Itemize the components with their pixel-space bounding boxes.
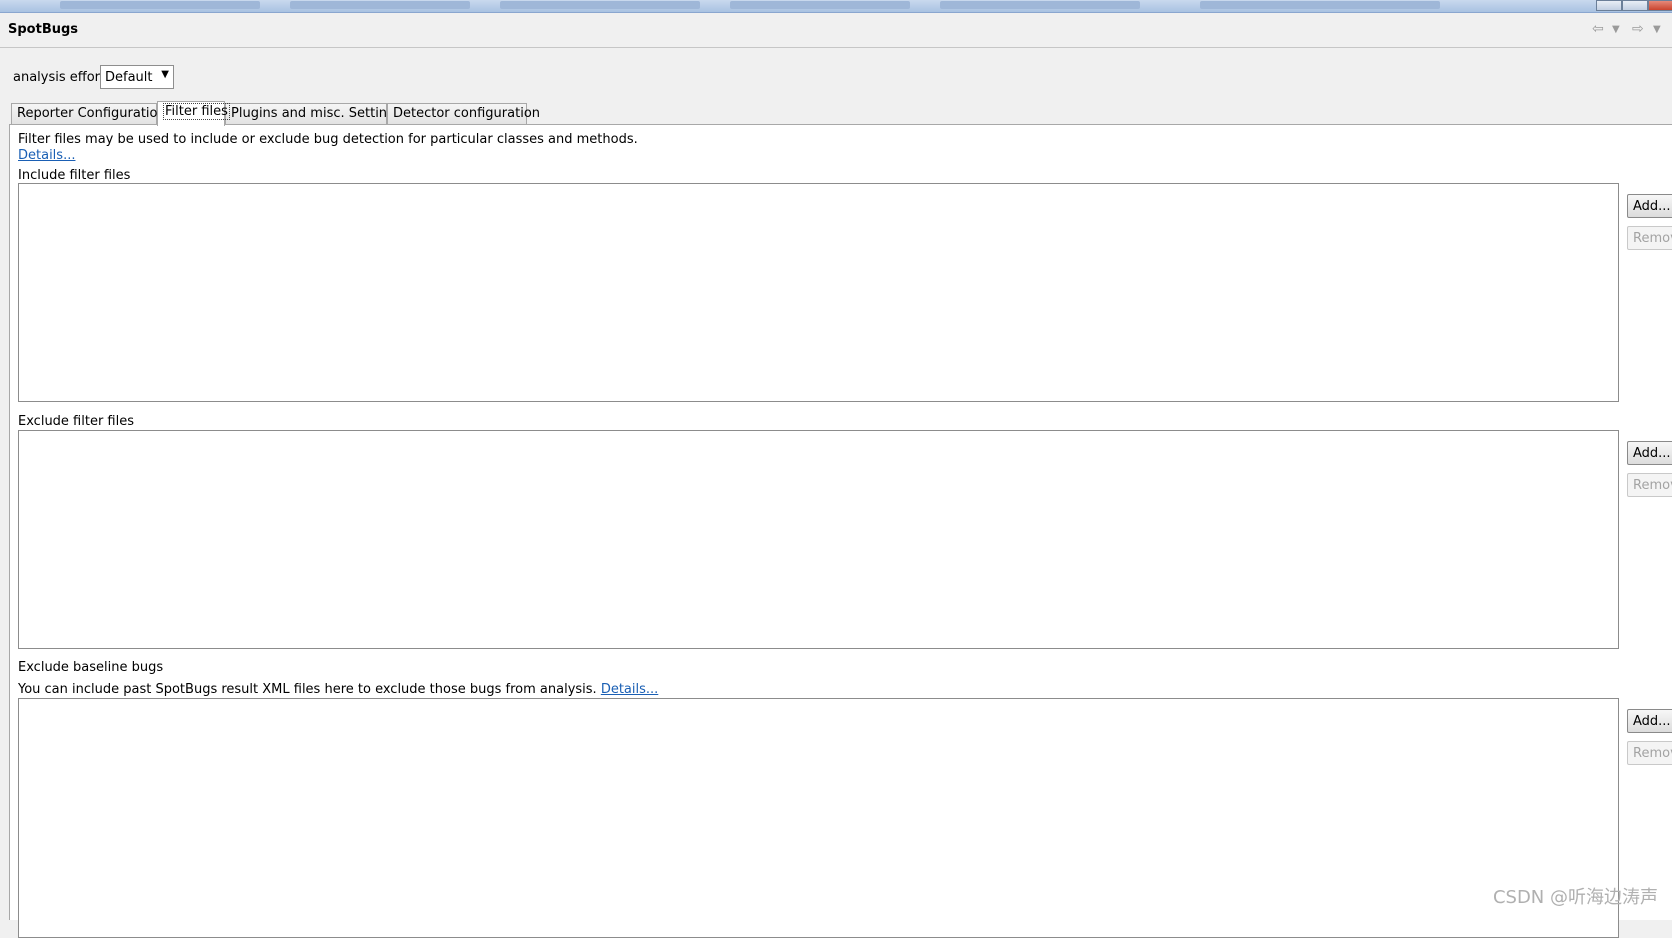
page-title: SpotBugs: [8, 22, 78, 37]
analysis-effort-select[interactable]: Default ▼: [100, 65, 174, 89]
include-filter-list[interactable]: [18, 183, 1619, 402]
baseline-details-link[interactable]: Details...: [601, 682, 658, 697]
exclude-remove-button[interactable]: Remove: [1627, 473, 1672, 497]
page-header: SpotBugs ⇦ ▼ ⇨ ▼: [0, 13, 1672, 48]
restore-icon[interactable]: [1622, 0, 1648, 11]
tab-filter-files[interactable]: Filter files: [157, 101, 225, 126]
exclude-filter-list[interactable]: [18, 430, 1619, 649]
close-icon[interactable]: [1648, 0, 1672, 11]
include-add-button[interactable]: Add...: [1627, 194, 1672, 218]
include-remove-button[interactable]: Remove: [1627, 226, 1672, 250]
tab-reporter-configuration[interactable]: Reporter Configuration: [11, 103, 157, 124]
baseline-add-button[interactable]: Add...: [1627, 709, 1672, 733]
exclude-baseline-label: Exclude baseline bugs: [18, 660, 163, 675]
baseline-bugs-list[interactable]: [18, 698, 1619, 938]
analysis-effort-value: Default: [105, 70, 153, 85]
tab-detector-configuration[interactable]: Detector configuration: [387, 103, 527, 124]
os-taskbar-strip: [0, 0, 1672, 13]
chevron-down-icon: ▼: [161, 69, 169, 80]
minimize-icon[interactable]: [1596, 0, 1622, 11]
watermark: CSDN @听海边涛声: [1493, 883, 1658, 909]
analysis-effort-label: analysis effort: [13, 70, 105, 85]
exclude-add-button[interactable]: Add...: [1627, 441, 1672, 465]
baseline-remove-button[interactable]: Remove: [1627, 741, 1672, 765]
forward-arrow-icon[interactable]: ⇨: [1632, 21, 1644, 37]
include-filter-label: Include filter files: [18, 168, 130, 183]
details-link[interactable]: Details...: [18, 148, 75, 163]
filter-intro-text: Filter files may be used to include or e…: [18, 132, 638, 147]
baseline-description-row: You can include past SpotBugs result XML…: [18, 682, 658, 697]
forward-dropdown-icon[interactable]: ▼: [1653, 24, 1661, 35]
exclude-filter-label: Exclude filter files: [18, 414, 134, 429]
tab-plugins-misc-settings[interactable]: Plugins and misc. Settings: [225, 103, 387, 124]
filter-files-panel: Filter files may be used to include or e…: [9, 124, 1672, 920]
back-arrow-icon[interactable]: ⇦: [1592, 21, 1604, 37]
baseline-description: You can include past SpotBugs result XML…: [18, 682, 597, 697]
back-dropdown-icon[interactable]: ▼: [1612, 24, 1620, 35]
